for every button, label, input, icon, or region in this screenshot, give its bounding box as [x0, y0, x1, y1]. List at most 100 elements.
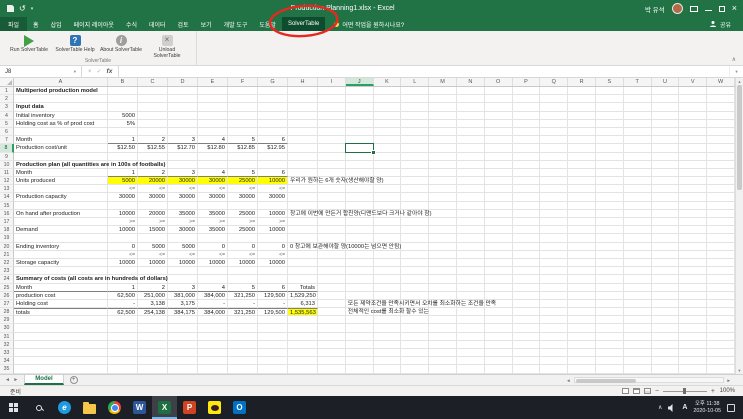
cell-T22[interactable]: [623, 258, 652, 268]
cell-R4[interactable]: [568, 111, 596, 120]
cell-S34[interactable]: [595, 357, 624, 366]
cell-O16[interactable]: [484, 209, 513, 218]
row-header-17[interactable]: 17: [0, 218, 14, 227]
cell-J27[interactable]: 모든 제약조건을 만족시키면서 오차를 최소화하는 조건을 만족: [345, 299, 496, 309]
cell-A23[interactable]: [14, 267, 108, 276]
row-header-24[interactable]: 24: [0, 275, 14, 284]
select-all-corner[interactable]: [0, 78, 14, 86]
cell-M11[interactable]: [429, 168, 457, 178]
cell-A26[interactable]: production cost: [14, 291, 108, 300]
cell-J6[interactable]: [345, 127, 374, 137]
cell-C11[interactable]: 2: [138, 168, 168, 178]
cell-W26[interactable]: [707, 291, 735, 300]
cell-E1[interactable]: [198, 87, 228, 96]
cell-H32[interactable]: [288, 340, 318, 349]
cell-A16[interactable]: On hand after production: [14, 209, 108, 218]
cell-Q6[interactable]: [540, 127, 569, 137]
cell-O6[interactable]: [484, 127, 513, 137]
vertical-scroll-thumb[interactable]: [737, 85, 742, 190]
cell-I21[interactable]: [318, 250, 346, 259]
cell-D4[interactable]: [168, 111, 198, 120]
cell-H21[interactable]: [288, 250, 318, 259]
cell-D3[interactable]: [168, 103, 198, 112]
cell-P7[interactable]: [512, 136, 541, 145]
cell-A1[interactable]: Multiperiod production model: [14, 87, 108, 96]
cell-U31[interactable]: [651, 332, 680, 341]
cell-W30[interactable]: [707, 324, 735, 333]
cell-U32[interactable]: [651, 340, 680, 349]
cell-M16[interactable]: [429, 209, 457, 218]
cell-L30[interactable]: [401, 324, 430, 333]
cell-M28[interactable]: [429, 308, 457, 317]
cell-I13[interactable]: [318, 185, 346, 194]
cell-Q5[interactable]: [540, 119, 569, 128]
cell-L22[interactable]: [401, 258, 430, 268]
cell-D12[interactable]: 30000: [168, 177, 198, 186]
cell-J26[interactable]: [345, 291, 374, 300]
cell-I9[interactable]: [318, 152, 346, 161]
cell-O15[interactable]: [484, 201, 513, 210]
cell-N1[interactable]: [456, 87, 485, 96]
cell-S6[interactable]: [595, 127, 624, 137]
cell-O30[interactable]: [484, 324, 513, 333]
cell-R29[interactable]: [568, 316, 596, 325]
row-header-14[interactable]: 14: [0, 193, 14, 202]
cell-H27[interactable]: 6,313: [288, 299, 318, 309]
cell-K8[interactable]: [373, 144, 402, 153]
cell-A31[interactable]: [14, 332, 108, 341]
cell-F13[interactable]: <=: [228, 185, 258, 194]
cell-V24[interactable]: [679, 275, 708, 284]
cell-U17[interactable]: [651, 218, 680, 227]
cell-N12[interactable]: [456, 177, 485, 186]
cell-N14[interactable]: [456, 193, 485, 202]
ribbon-tab-help[interactable]: 도움말: [253, 17, 282, 31]
cell-N20[interactable]: [456, 242, 485, 251]
col-header-G[interactable]: G: [258, 78, 288, 86]
cell-N19[interactable]: [456, 234, 485, 243]
cell-B34[interactable]: [108, 357, 138, 366]
page-break-view-icon[interactable]: [643, 388, 651, 394]
cell-I6[interactable]: [318, 127, 346, 137]
cell-I23[interactable]: [318, 267, 346, 276]
cell-A35[interactable]: [14, 365, 108, 374]
cell-U25[interactable]: [651, 283, 680, 292]
cell-N32[interactable]: [456, 340, 485, 349]
cell-W15[interactable]: [707, 201, 735, 210]
cell-P21[interactable]: [512, 250, 541, 259]
cell-T28[interactable]: [623, 308, 652, 317]
cell-V12[interactable]: [679, 177, 708, 186]
cell-W16[interactable]: [707, 209, 735, 218]
cell-N29[interactable]: [456, 316, 485, 325]
cell-B28[interactable]: 62,500: [108, 308, 138, 317]
col-header-D[interactable]: D: [168, 78, 198, 86]
cell-H9[interactable]: [288, 152, 318, 161]
cell-P17[interactable]: [512, 218, 541, 227]
search-button[interactable]: [26, 396, 52, 419]
ribbon-tab-file[interactable]: 파일: [0, 17, 28, 31]
ribbon-tab-solvertable[interactable]: SolverTable: [281, 17, 326, 31]
cell-E33[interactable]: [198, 349, 228, 358]
cell-E32[interactable]: [198, 340, 228, 349]
scroll-up-icon[interactable]: ▲: [738, 78, 742, 85]
cell-O22[interactable]: [484, 258, 513, 268]
cell-O1[interactable]: [484, 87, 513, 96]
cell-L20[interactable]: [401, 242, 430, 251]
cell-R35[interactable]: [568, 365, 596, 374]
cell-B16[interactable]: 10000: [108, 209, 138, 218]
cell-D26[interactable]: 381,000: [168, 291, 198, 300]
cell-W23[interactable]: [707, 267, 735, 276]
cell-N9[interactable]: [456, 152, 485, 161]
cell-C8[interactable]: $12.55: [138, 144, 168, 153]
cell-E3[interactable]: [198, 103, 228, 112]
cell-U1[interactable]: [651, 87, 680, 96]
cell-D35[interactable]: [168, 365, 198, 374]
cell-A2[interactable]: [14, 95, 108, 104]
cell-Q21[interactable]: [540, 250, 569, 259]
cell-K26[interactable]: [373, 291, 402, 300]
cell-S3[interactable]: [595, 103, 624, 112]
cell-Q28[interactable]: [540, 308, 569, 317]
cell-M2[interactable]: [429, 95, 457, 104]
clock[interactable]: 오후 11:38 2020-10-05: [693, 401, 721, 413]
cell-E19[interactable]: [198, 234, 228, 243]
cell-I15[interactable]: [318, 201, 346, 210]
